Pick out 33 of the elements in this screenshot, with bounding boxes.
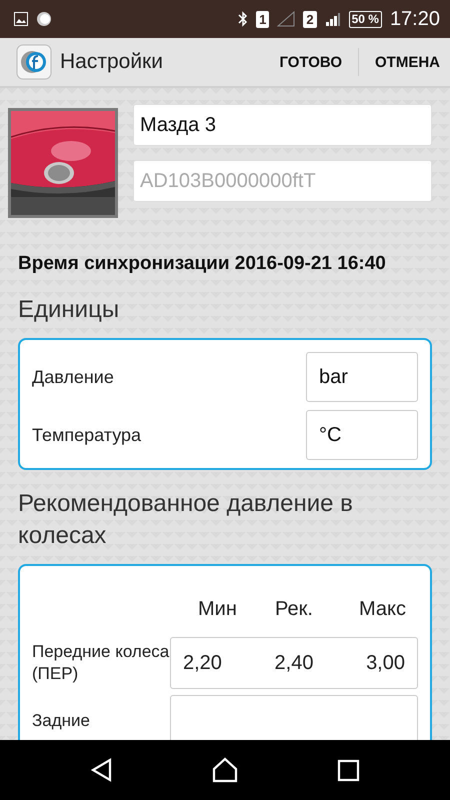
pressure-field[interactable]: 2,20 2,40 3,00	[170, 637, 418, 689]
pressure-value: 3,00	[365, 652, 405, 674]
done-button[interactable]: ГОТОВО	[279, 48, 342, 76]
section-heading: Единицы	[18, 295, 120, 325]
pressure-value: 2,20	[183, 652, 223, 674]
unit-label: Температура	[32, 424, 142, 446]
signal-icon	[277, 11, 296, 27]
section-heading: Рекомендованное давление в колесах	[18, 489, 354, 551]
sim-badge: 2	[303, 10, 317, 28]
image-icon	[14, 12, 28, 26]
unit-field[interactable]: bar	[306, 352, 418, 402]
wheel-label: Задние	[32, 710, 91, 732]
battery-indicator: 50 %	[348, 10, 382, 28]
car-name-field[interactable]: Мазда 3	[133, 104, 432, 146]
column-heading: Мин	[197, 598, 238, 621]
unit-label: Давление	[32, 366, 115, 388]
clock-time: 17:20	[390, 8, 440, 30]
recents-icon[interactable]	[335, 757, 362, 783]
app-logo-icon	[16, 44, 52, 80]
column-heading: Рек.	[274, 598, 314, 621]
unit-field[interactable]: °C	[306, 410, 418, 460]
home-icon[interactable]	[212, 757, 238, 783]
signal-icon	[324, 11, 341, 27]
column-heading: Макс	[358, 598, 406, 621]
app-icon	[36, 11, 52, 27]
sim-badge: 1	[256, 10, 270, 28]
wheel-label: Передние колеса (ПЕР)	[32, 641, 170, 685]
pressure-value: 2,40	[274, 652, 314, 674]
car-id-field[interactable]: AD103B0000000ftT	[133, 160, 432, 202]
bluetooth-icon	[238, 11, 248, 27]
cancel-button[interactable]: ОТМЕНА	[375, 48, 440, 76]
sync-time-text: Время синхронизации 2016-09-21 16:40	[18, 252, 387, 276]
screen-title: Настройки	[60, 50, 164, 74]
